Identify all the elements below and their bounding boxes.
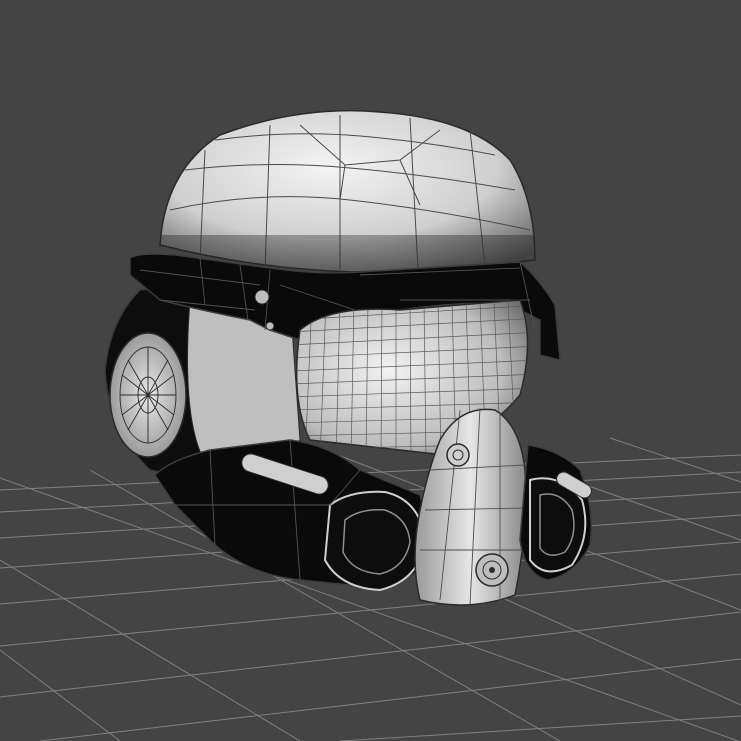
mask-vent-upper [446, 443, 470, 467]
brow-bolt [254, 289, 270, 305]
viewport-canvas[interactable] [0, 0, 741, 741]
3d-viewport[interactable] [0, 0, 741, 741]
right-filter [519, 444, 592, 581]
helmet-dome [159, 109, 536, 273]
left-filter [154, 439, 427, 592]
